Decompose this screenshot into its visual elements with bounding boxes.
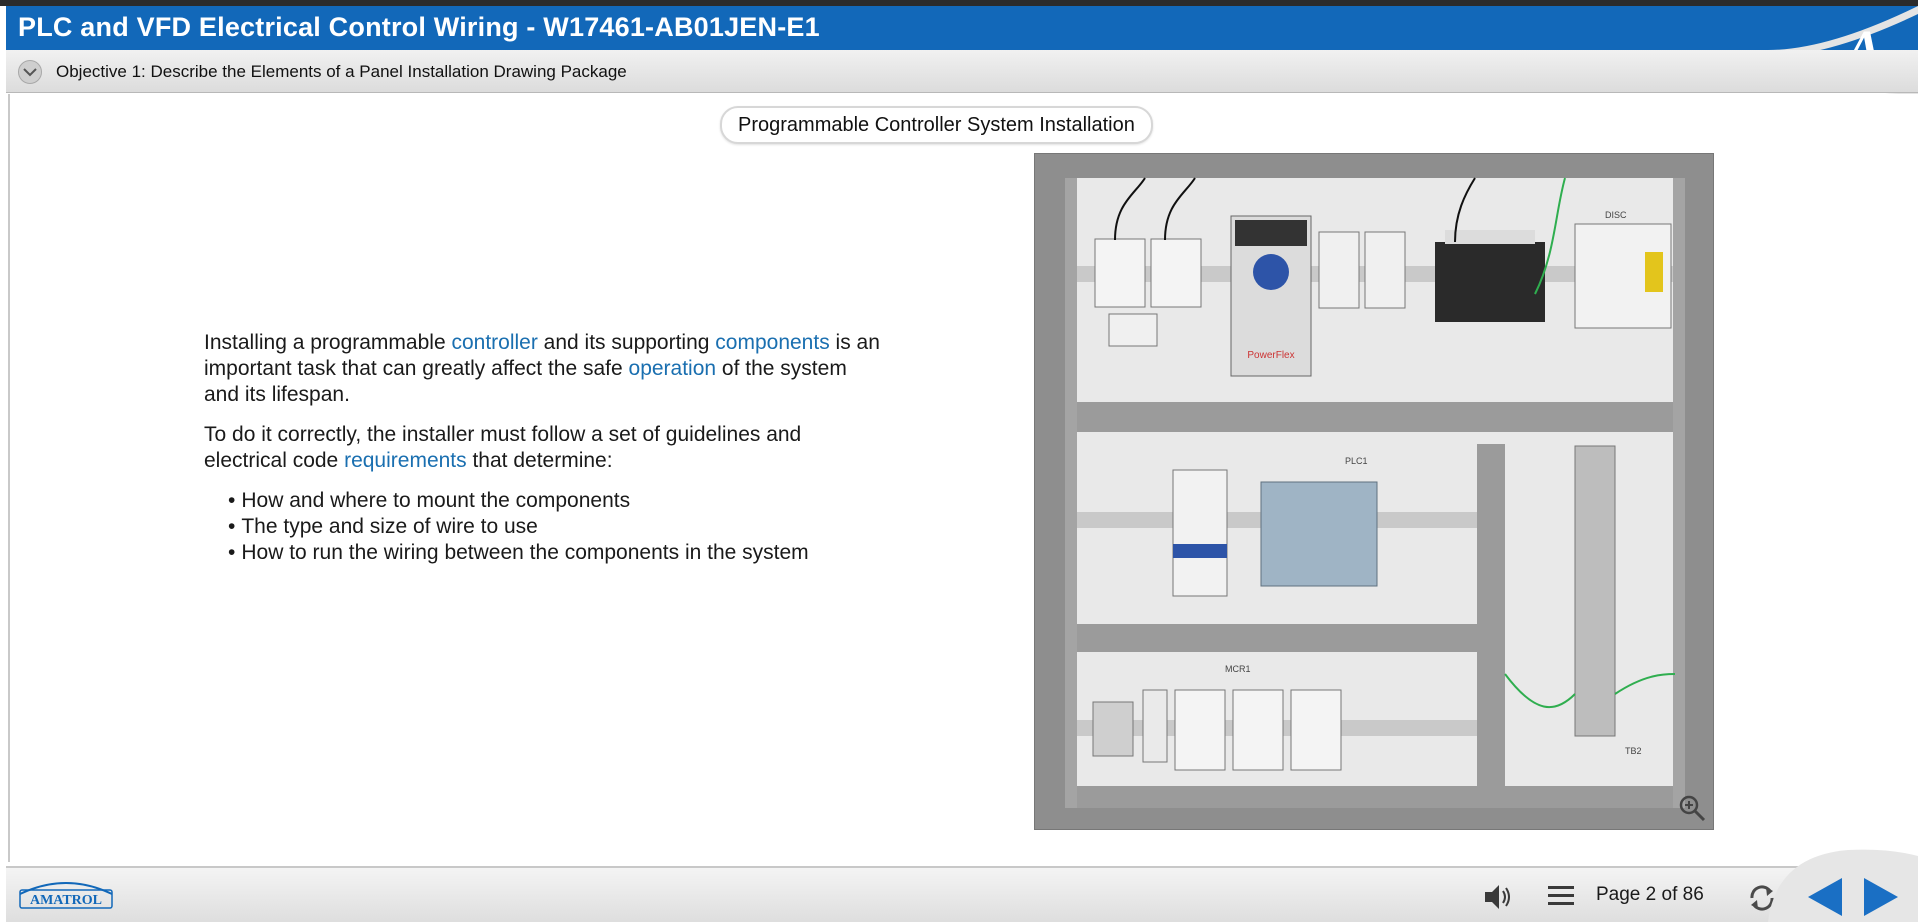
zoom-in-icon[interactable]: [1677, 793, 1707, 823]
bullet-list: How and where to mount the components Th…: [204, 488, 884, 566]
photo-label-disc: DISC: [1605, 210, 1627, 220]
paragraph-guidelines: To do it correctly, the installer must f…: [204, 422, 884, 474]
back-arrow-icon[interactable]: [1804, 876, 1846, 918]
slide-body-text: Installing a programmable controller and…: [204, 330, 884, 566]
footer-bar: AMATROL Page 2 of 86: [6, 849, 1918, 922]
control-panel-illustration: PowerFlex DISC PLC1 TB2 MCR1: [1035, 154, 1713, 829]
next-arrow-icon[interactable]: [1860, 876, 1902, 918]
text-run: and its supporting: [537, 331, 716, 354]
photo-label-tb2: TB2: [1625, 746, 1642, 756]
glossary-link-operation[interactable]: operation: [629, 357, 717, 380]
chevron-down-icon: [23, 68, 37, 77]
text-run: that determine:: [466, 449, 613, 472]
objective-title: Objective 1: Describe the Elements of a …: [56, 62, 627, 81]
slide-title: Programmable Controller System Installat…: [720, 106, 1153, 144]
paragraph-intro: Installing a programmable controller and…: [204, 330, 884, 408]
control-panel-photo[interactable]: PowerFlex DISC PLC1 TB2 MCR1: [1034, 153, 1714, 830]
photo-label-powerflex: PowerFlex: [1247, 350, 1294, 361]
photo-label-mcr1: MCR1: [1225, 664, 1251, 674]
objective-toggle-button[interactable]: [18, 60, 42, 84]
text-run: Installing a programmable: [204, 331, 452, 354]
menu-icon[interactable]: [1546, 882, 1576, 910]
list-item: How to run the wiring between the compon…: [228, 540, 884, 566]
glossary-link-requirements[interactable]: requirements: [344, 449, 467, 472]
list-item: The type and size of wire to use: [228, 514, 884, 540]
app-title: PLC and VFD Electrical Control Wiring - …: [18, 12, 820, 42]
objective-bar: Objective 1: Describe the Elements of a …: [6, 50, 1918, 93]
list-item: How and where to mount the components: [228, 488, 884, 514]
brand-text: AMATROL: [30, 893, 102, 908]
glossary-link-components[interactable]: components: [715, 331, 829, 354]
glossary-link-controller[interactable]: controller: [451, 331, 537, 354]
slide-content: Programmable Controller System Installat…: [8, 94, 1918, 862]
amatrol-brand-logo: AMATROL: [19, 882, 113, 909]
photo-label-plc1: PLC1: [1345, 456, 1368, 466]
title-bar: PLC and VFD Electrical Control Wiring - …: [6, 6, 1918, 50]
page-indicator: Page 2 of 86: [1596, 884, 1704, 905]
audio-icon[interactable]: [1482, 882, 1516, 912]
